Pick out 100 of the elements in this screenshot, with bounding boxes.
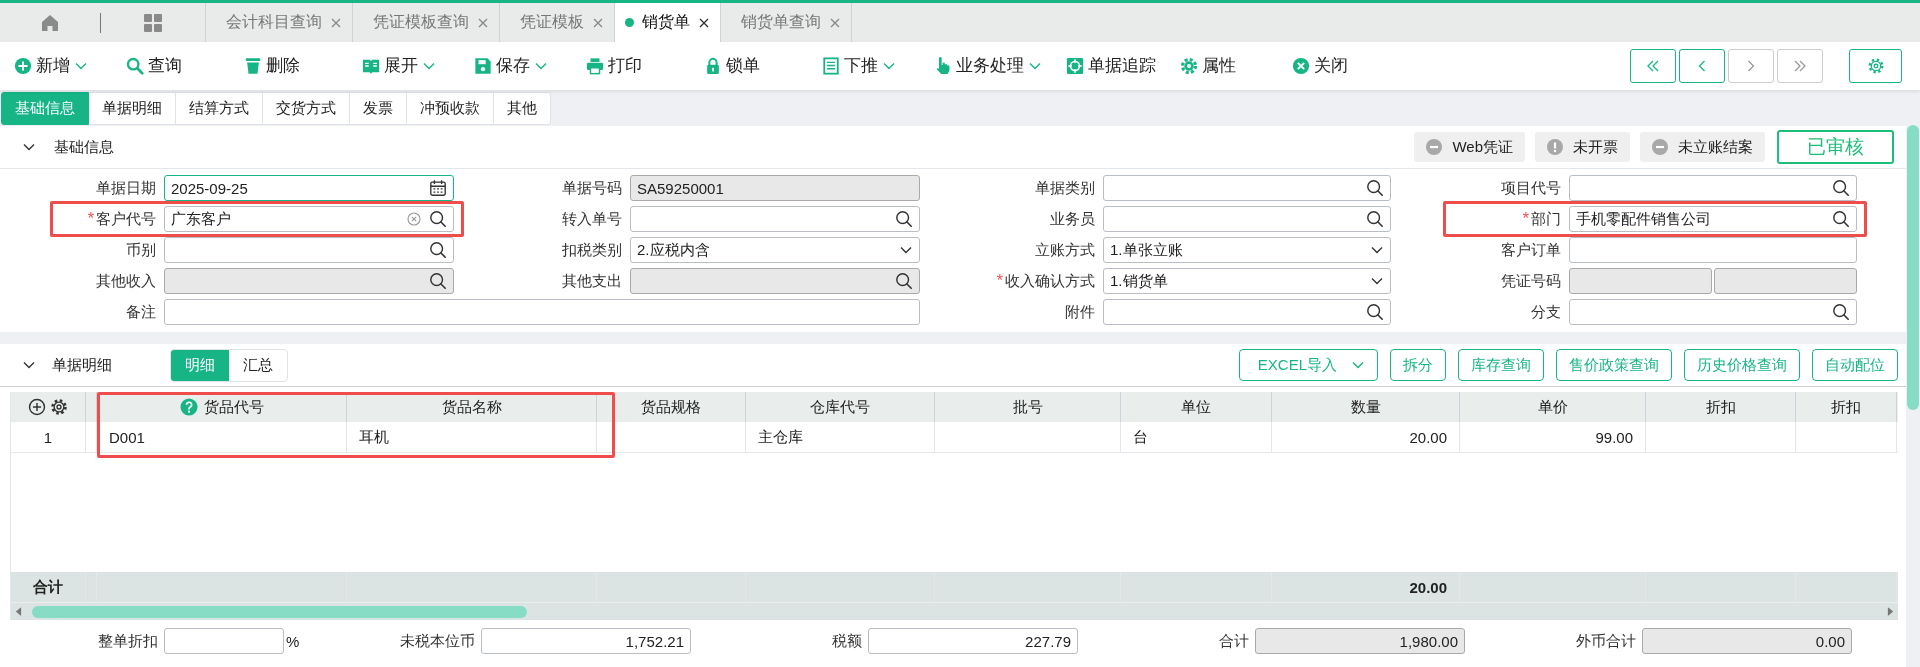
document-icon xyxy=(822,57,840,75)
toolbar-button[interactable]: 属性 xyxy=(1180,48,1268,84)
toolbar-button[interactable]: 业务处理 xyxy=(934,48,1042,84)
search-icon[interactable] xyxy=(1832,210,1850,228)
minus-circle-icon xyxy=(1426,139,1443,155)
toolbar-button[interactable]: 新增 xyxy=(14,48,102,84)
field-label: 凭证号码 xyxy=(1501,271,1561,291)
lookup-field[interactable]: 手机零配件销售公司 xyxy=(1569,206,1857,232)
scroll-left-arrow-icon[interactable] xyxy=(15,606,22,617)
document-tab[interactable]: 销货单 xyxy=(614,3,720,42)
toolbar-button[interactable]: 打印 xyxy=(586,48,674,84)
text-field[interactable] xyxy=(1569,237,1857,263)
field-label: 转入单号 xyxy=(562,209,622,229)
lookup-field[interactable] xyxy=(1103,206,1391,232)
search-icon[interactable] xyxy=(1366,179,1384,197)
header-label: 批号 xyxy=(1012,397,1043,417)
lookup-field[interactable]: 广东客户 xyxy=(164,206,454,232)
field-label: 合计 xyxy=(1219,631,1249,651)
table-cell: 99.00 xyxy=(1460,422,1646,452)
search-icon xyxy=(126,57,144,75)
search-icon[interactable] xyxy=(1832,179,1850,197)
book-icon xyxy=(362,57,380,75)
table-cell: 耳机 xyxy=(347,422,597,452)
badge-label: 未立账结案 xyxy=(1678,137,1753,157)
toolbar-button[interactable]: 关闭 xyxy=(1292,48,1380,84)
lookup-field[interactable] xyxy=(1569,175,1857,201)
text-field[interactable] xyxy=(164,299,920,325)
search-icon[interactable] xyxy=(895,210,913,228)
settings-button[interactable] xyxy=(1849,49,1902,83)
unit-label: % xyxy=(286,632,300,650)
section-tab[interactable]: 其他 xyxy=(494,92,551,125)
field-label: 备注 xyxy=(126,302,156,322)
view-toggle[interactable]: 汇总 xyxy=(229,349,287,381)
minus-circle-icon xyxy=(1652,139,1668,155)
section-tab[interactable]: 交货方式 xyxy=(263,92,350,125)
column-header[interactable]: 货品名称 xyxy=(347,392,597,422)
column-header[interactable]: 折扣 xyxy=(1796,392,1897,422)
column-header[interactable]: 货品规格 xyxy=(597,392,746,422)
header-label: 折扣 xyxy=(1831,397,1861,417)
header-label: 仓库代号 xyxy=(810,397,870,417)
section-tab[interactable]: 发票 xyxy=(350,92,407,125)
dropdown-field[interactable]: 1.销货单 xyxy=(1103,268,1391,294)
help-icon[interactable] xyxy=(179,398,198,416)
section-tab[interactable]: 冲预收款 xyxy=(407,92,494,125)
header-label: 货品名称 xyxy=(441,397,502,417)
number-field[interactable]: 227.79 xyxy=(868,628,1078,654)
vertical-scrollbar-thumb[interactable] xyxy=(1907,125,1919,410)
horizontal-scrollbar-thumb[interactable] xyxy=(32,605,527,618)
column-header[interactable]: 数量 xyxy=(1272,392,1460,422)
tab-label: 凭证模板查询 xyxy=(373,12,469,32)
column-header[interactable]: 单位 xyxy=(1121,392,1272,422)
search-icon[interactable] xyxy=(1366,210,1384,228)
column-settings-icon[interactable] xyxy=(50,398,68,416)
lookup-field[interactable] xyxy=(630,206,920,232)
add-row-icon[interactable] xyxy=(28,398,46,416)
column-header[interactable]: 货品代号 xyxy=(97,392,347,422)
tab-label: 销货单 xyxy=(642,12,690,32)
close-icon[interactable] xyxy=(698,16,710,29)
section-tab[interactable]: 结算方式 xyxy=(176,92,263,125)
lookup-field[interactable] xyxy=(1103,299,1391,325)
field-label: 客户订单 xyxy=(1501,240,1561,260)
toolbar-button[interactable]: 删除 xyxy=(244,48,332,84)
search-icon[interactable] xyxy=(429,241,447,259)
search-icon[interactable] xyxy=(1366,303,1384,321)
column-header[interactable]: 批号 xyxy=(935,392,1121,422)
number-field[interactable]: 1,752.21 xyxy=(481,628,691,654)
lookup-field[interactable] xyxy=(1569,299,1857,325)
column-header[interactable]: 折扣 xyxy=(1646,392,1796,422)
first-page-button[interactable] xyxy=(1630,49,1676,83)
lookup-field[interactable] xyxy=(1103,175,1391,201)
column-header[interactable]: 仓库代号 xyxy=(746,392,935,422)
printer-icon xyxy=(586,57,604,75)
search-icon[interactable] xyxy=(429,210,447,228)
badge-label: 未开票 xyxy=(1573,137,1618,157)
scroll-right-arrow-icon[interactable] xyxy=(1887,606,1894,617)
lookup-field[interactable] xyxy=(164,237,454,263)
date-field[interactable]: 2025-09-25 xyxy=(164,175,454,201)
toolbar-button[interactable]: 保存 xyxy=(474,48,562,84)
toolbar-button[interactable]: 展开 xyxy=(362,48,450,84)
field-label: 部门 xyxy=(1531,209,1561,229)
table-cell: D001 xyxy=(97,422,347,452)
field-label: 收入确认方式 xyxy=(1005,271,1095,291)
clear-icon[interactable] xyxy=(407,212,421,226)
tab-label: 凭证模板 xyxy=(520,12,584,32)
toolbar-button[interactable]: 下推 xyxy=(822,48,910,84)
previous-page-button[interactable] xyxy=(1679,49,1725,83)
tab-label: 会计科目查询 xyxy=(226,12,322,32)
section-tab[interactable]: 单据明细 xyxy=(89,92,176,125)
calendar-icon[interactable] xyxy=(429,179,447,197)
search-icon[interactable] xyxy=(1832,303,1850,321)
number-field[interactable] xyxy=(164,628,284,654)
dropdown-field[interactable]: 1.单张立账 xyxy=(1103,237,1391,263)
toolbar-button[interactable]: 查询 xyxy=(126,48,214,84)
dropdown-field[interactable]: 2.应税内含 xyxy=(630,237,920,263)
toolbar-button[interactable]: 单据追踪 xyxy=(1066,48,1156,84)
lock-icon xyxy=(704,57,722,75)
toolbar-button[interactable]: 锁单 xyxy=(704,48,792,84)
section-title: 单据明细 xyxy=(52,355,112,375)
column-header[interactable]: 单价 xyxy=(1460,392,1646,422)
approval-stamp: 已审核 xyxy=(1777,130,1894,164)
